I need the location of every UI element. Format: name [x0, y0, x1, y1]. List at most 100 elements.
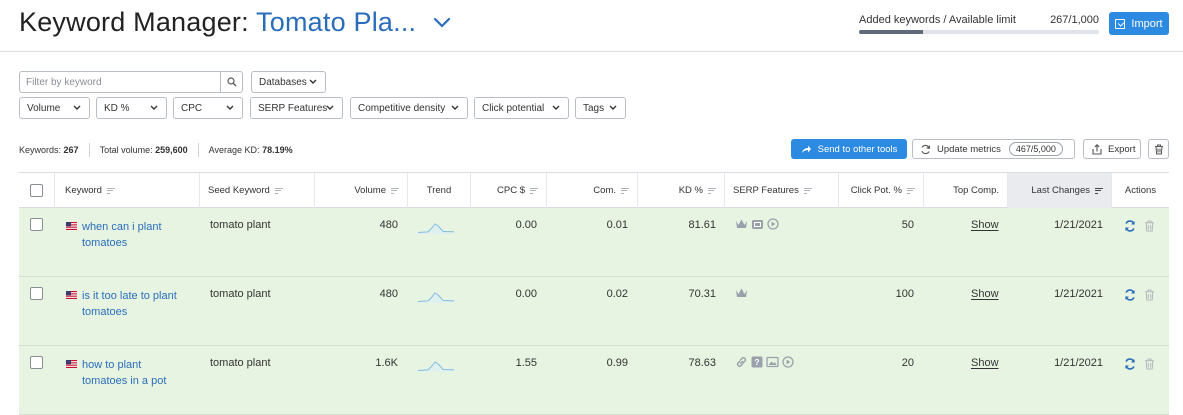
keyword-link[interactable]: how to plant tomatoes in a pot — [82, 357, 182, 389]
volume-filter[interactable]: Volume — [19, 97, 90, 119]
serp-features: ? — [735, 356, 794, 371]
import-label: Import — [1131, 17, 1163, 30]
project-name[interactable]: Tomato Pla... — [256, 7, 416, 37]
export-label: Export — [1108, 143, 1136, 155]
limit-label: Added keywords / Available limit — [859, 14, 1016, 26]
column-com[interactable]: Com. — [547, 173, 638, 208]
column-last-label: Last Changes — [1031, 185, 1090, 196]
tags-filter[interactable]: Tags — [575, 97, 626, 119]
serp-features — [735, 287, 748, 302]
sort-icon — [530, 187, 538, 194]
show-top-comp-link[interactable]: Show — [971, 288, 999, 300]
row-checkbox[interactable] — [30, 356, 43, 369]
column-click-potential[interactable]: Click Pot. % — [839, 173, 924, 208]
column-last-changes[interactable]: Last Changes — [1008, 173, 1112, 208]
column-trend: Trend — [408, 173, 471, 208]
serp-features — [735, 218, 779, 233]
title-prefix: Keyword Manager: — [19, 7, 249, 37]
refresh-icon[interactable] — [1124, 358, 1136, 370]
column-cpc-label: CPC $ — [497, 185, 525, 196]
databases-dropdown[interactable]: Databases — [251, 71, 326, 93]
column-trend-label: Trend — [426, 185, 452, 196]
column-keyword[interactable]: Keyword — [55, 173, 200, 208]
kd-value: 81.61 — [688, 219, 716, 231]
tags-filter-label: Tags — [583, 102, 605, 114]
trend-sparkline — [417, 361, 455, 372]
show-top-comp-link[interactable]: Show — [971, 219, 999, 231]
limit-progress-bar — [859, 30, 1099, 34]
chevron-down-icon[interactable] — [431, 14, 453, 32]
table-row: how to plant tomatoes in a pot tomato pl… — [19, 346, 1169, 415]
seed-keyword: tomato plant — [210, 219, 271, 231]
keywords-table: Keyword Seed Keyword Volume Trend CPC $ … — [19, 172, 1169, 415]
link-icon — [735, 356, 748, 371]
competitive-density-filter[interactable]: Competitive density — [350, 97, 468, 119]
divider — [197, 143, 199, 157]
column-kd[interactable]: KD % — [638, 173, 725, 208]
us-flag-icon — [66, 291, 77, 299]
com-value: 0.99 — [606, 357, 628, 369]
update-metrics-button[interactable]: Update metrics 467/5,000 — [912, 139, 1075, 159]
keyword-link[interactable]: when can i plant tomatoes — [82, 219, 182, 251]
import-icon — [1115, 18, 1126, 29]
search-input[interactable] — [20, 72, 220, 92]
column-top-comp: Top Comp. — [924, 173, 1008, 208]
column-seed-keyword[interactable]: Seed Keyword — [200, 173, 315, 208]
trash-icon[interactable] — [1144, 220, 1155, 232]
image-pack-icon — [751, 218, 764, 233]
image-icon — [766, 356, 779, 371]
refresh-icon — [921, 144, 931, 154]
select-all-checkbox[interactable] — [30, 184, 43, 197]
volume-value: 480 — [379, 288, 398, 300]
kd-filter[interactable]: KD % — [96, 97, 167, 119]
refresh-icon[interactable] — [1124, 289, 1136, 301]
click-potential-filter[interactable]: Click potential — [474, 97, 569, 119]
volume-value: 480 — [379, 219, 398, 231]
kd-value: 78.63 — [688, 357, 716, 369]
share-arrow-icon — [801, 145, 811, 153]
column-volume-label: Volume — [354, 185, 386, 196]
limit-value: 267/1,000 — [1050, 14, 1099, 26]
seed-keyword: tomato plant — [210, 288, 271, 300]
column-actions: Actions — [1112, 173, 1169, 208]
show-top-comp-link[interactable]: Show — [971, 357, 999, 369]
us-flag-icon — [66, 360, 77, 368]
send-to-other-tools-button[interactable]: Send to other tools — [791, 139, 907, 159]
density-filter-label: Competitive density — [358, 102, 446, 114]
trash-icon[interactable] — [1144, 289, 1155, 301]
column-cpc[interactable]: CPC $ — [471, 173, 547, 208]
com-value: 0.02 — [606, 288, 628, 300]
page-title: Keyword Manager: Tomato Pla... — [19, 7, 416, 38]
table-row: is it too late to plant tomatoes tomato … — [19, 277, 1169, 346]
click-potential-value: 50 — [901, 219, 914, 231]
import-button[interactable]: Import — [1109, 12, 1169, 35]
refresh-icon[interactable] — [1124, 220, 1136, 232]
video-icon — [767, 218, 779, 233]
search-field — [19, 71, 243, 93]
limit-progress-fill — [859, 30, 924, 34]
sort-icon — [708, 187, 716, 194]
column-com-label: Com. — [593, 185, 616, 196]
column-serp-features[interactable]: SERP Features — [725, 173, 839, 208]
trash-icon — [1154, 144, 1163, 154]
cpc-filter[interactable]: CPC — [173, 97, 243, 119]
keyword-link[interactable]: is it too late to plant tomatoes — [82, 288, 182, 320]
column-top-label: Top Comp. — [953, 185, 999, 196]
select-all-cell — [19, 173, 55, 208]
keyword-stats: Keywords: 267 Total volume: 259,600 Aver… — [19, 143, 293, 157]
trash-icon[interactable] — [1144, 358, 1155, 370]
search-button[interactable] — [220, 72, 242, 92]
total-volume-value: 259,600 — [155, 145, 188, 155]
sort-icon — [621, 187, 629, 194]
chevron-down-icon — [451, 105, 459, 110]
row-checkbox[interactable] — [30, 218, 43, 231]
seed-keyword: tomato plant — [210, 357, 271, 369]
chevron-down-icon — [150, 105, 158, 110]
export-button[interactable]: Export — [1083, 139, 1141, 159]
row-checkbox[interactable] — [30, 287, 43, 300]
column-kd-label: KD % — [678, 185, 703, 196]
crown-icon — [735, 287, 748, 302]
delete-button[interactable] — [1148, 139, 1169, 159]
serp-features-filter[interactable]: SERP Features — [250, 97, 343, 119]
column-volume[interactable]: Volume — [315, 173, 408, 208]
